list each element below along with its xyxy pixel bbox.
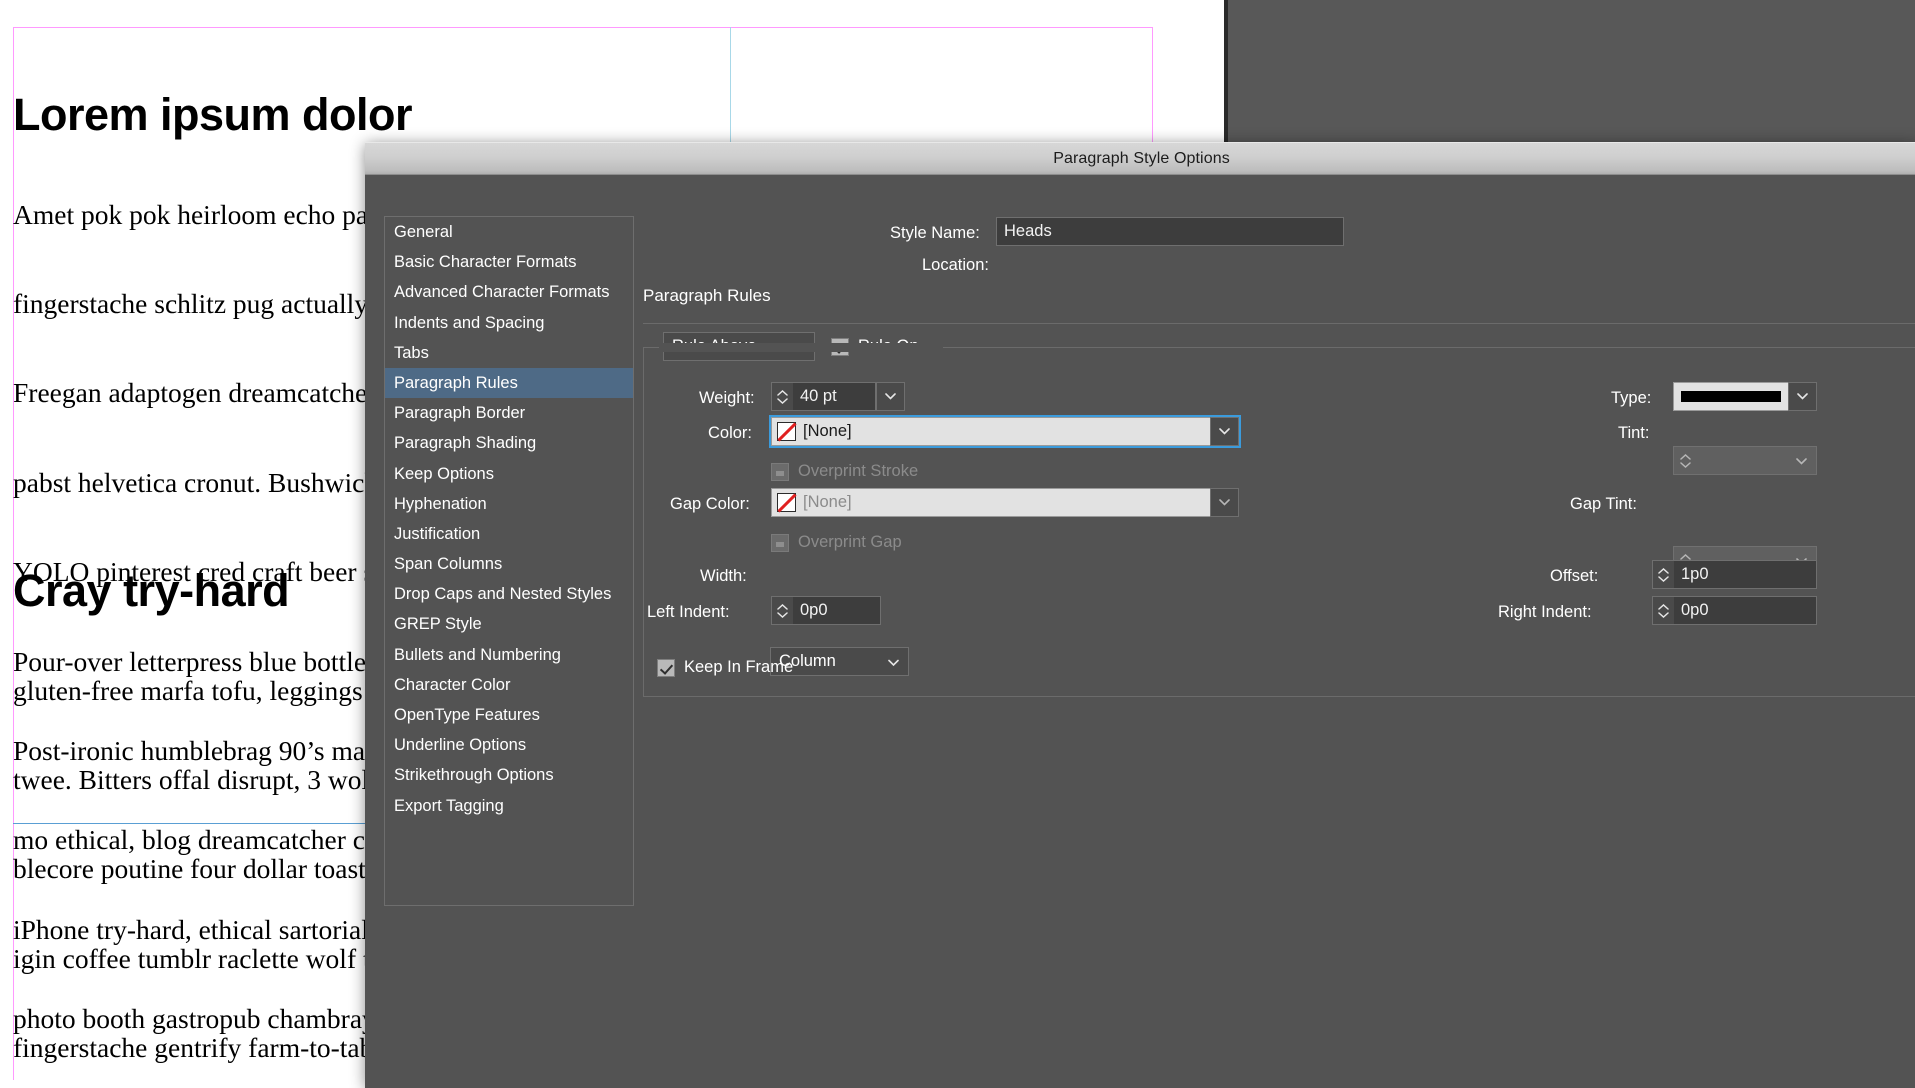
keep-in-frame-row[interactable]: Keep In Frame: [657, 658, 793, 677]
offset-control[interactable]: [1652, 560, 1817, 589]
tint-stepper[interactable]: [1674, 447, 1696, 474]
sidebar-item-paragraph-border[interactable]: Paragraph Border: [385, 398, 633, 428]
none-color-swatch-icon: [777, 422, 796, 441]
stroke-type-select[interactable]: [1673, 382, 1817, 411]
document-heading-1: Lorem ipsum dolor: [13, 89, 413, 140]
right-indent-control[interactable]: [1652, 596, 1817, 625]
weight-dropdown-button[interactable]: [876, 382, 905, 411]
sidebar-item-indents-and-spacing[interactable]: Indents and Spacing: [385, 308, 633, 338]
sidebar-item-underline-options[interactable]: Underline Options: [385, 730, 633, 760]
overprint-gap-checkbox[interactable]: [771, 533, 789, 552]
chevron-up-icon: [1679, 553, 1691, 560]
offset-stepper[interactable]: [1652, 560, 1674, 589]
sidebar-item-paragraph-rules[interactable]: Paragraph Rules: [385, 367, 633, 399]
width-label: Width:: [700, 567, 747, 585]
offset-label: Offset:: [1550, 567, 1599, 585]
sidebar-item-justification[interactable]: Justification: [385, 519, 633, 549]
location-label: Location:: [922, 256, 989, 274]
gap-tint-label: Gap Tint:: [1570, 495, 1637, 513]
sidebar-item-general[interactable]: General: [385, 217, 633, 247]
sidebar-item-basic-character-formats[interactable]: Basic Character Formats: [385, 247, 633, 277]
chevron-down-icon: [1797, 393, 1808, 400]
chevron-up-icon: [1658, 603, 1669, 610]
chevron-down-icon: [1658, 611, 1669, 618]
color-label: Color:: [708, 424, 753, 442]
gap-color-dropdown-button[interactable]: [1210, 488, 1239, 517]
chevron-down-icon[interactable]: [1796, 452, 1807, 470]
right-indent-input[interactable]: [1674, 596, 1817, 625]
overprint-gap-row[interactable]: Overprint Gap: [771, 533, 902, 552]
left-indent-label: Left Indent:: [647, 603, 730, 621]
dialog-title: Paragraph Style Options: [1053, 149, 1230, 167]
keep-in-frame-checkbox[interactable]: [657, 658, 675, 677]
stroke-type-preview: [1673, 382, 1788, 411]
rule-color-select[interactable]: [None]: [769, 415, 1241, 448]
rule-color-value-wrap: [None]: [771, 417, 1210, 446]
chevron-down-icon: [777, 397, 788, 404]
overprint-stroke-label: Overprint Stroke: [798, 462, 919, 480]
sidebar-item-hyphenation[interactable]: Hyphenation: [385, 489, 633, 519]
sidebar-item-bullets-and-numbering[interactable]: Bullets and Numbering: [385, 640, 633, 670]
overprint-stroke-checkbox[interactable]: [771, 462, 789, 481]
margin-guide-top: [13, 27, 1153, 28]
chevron-down-icon: [777, 611, 788, 618]
weight-control[interactable]: [771, 382, 905, 411]
groupbox-legend-mask: [659, 343, 943, 352]
left-indent-stepper[interactable]: [771, 596, 793, 625]
chevron-up-icon: [1679, 453, 1691, 460]
tint-control[interactable]: [1673, 446, 1817, 475]
tint-label: Tint:: [1618, 424, 1650, 442]
section-title: Paragraph Rules: [643, 286, 771, 305]
weight-stepper[interactable]: [771, 382, 793, 411]
left-indent-input[interactable]: [793, 596, 881, 625]
chevron-up-icon: [777, 389, 788, 396]
chevron-down-icon: [885, 393, 896, 400]
sidebar-item-span-columns[interactable]: Span Columns: [385, 549, 633, 579]
chevron-up-icon: [1658, 567, 1669, 574]
sidebar-item-drop-caps-and-nested-styles[interactable]: Drop Caps and Nested Styles: [385, 579, 633, 609]
stroke-type-dropdown-button[interactable]: [1788, 382, 1817, 411]
style-category-list[interactable]: General Basic Character Formats Advanced…: [384, 216, 634, 906]
paragraph-style-options-dialog: Paragraph Style Options General Basic Ch…: [365, 142, 1915, 1088]
gap-color-select[interactable]: [None]: [771, 488, 1239, 517]
sidebar-item-tabs[interactable]: Tabs: [385, 338, 633, 368]
overprint-stroke-row[interactable]: Overprint Stroke: [771, 462, 918, 481]
type-label: Type:: [1611, 389, 1652, 407]
rule-color-value: [None]: [803, 422, 852, 440]
section-divider: [643, 323, 1915, 324]
chevron-down-icon: [1219, 428, 1230, 435]
sidebar-item-opentype-features[interactable]: OpenType Features: [385, 700, 633, 730]
gap-color-value-wrap: [None]: [771, 488, 1210, 517]
rule-color-dropdown-button[interactable]: [1210, 417, 1239, 446]
sidebar-item-grep-style[interactable]: GREP Style: [385, 609, 633, 639]
gap-color-label: Gap Color:: [670, 495, 750, 513]
overprint-gap-label: Overprint Gap: [798, 533, 902, 551]
sidebar-item-export-tagging[interactable]: Export Tagging: [385, 791, 633, 821]
dialog-titlebar[interactable]: Paragraph Style Options: [365, 142, 1915, 175]
right-indent-label: Right Indent:: [1498, 603, 1592, 621]
chevron-down-icon: [888, 652, 899, 671]
offset-input[interactable]: [1674, 560, 1817, 589]
style-name-label: Style Name:: [890, 224, 980, 242]
weight-input[interactable]: [793, 382, 876, 411]
gap-color-value: [None]: [803, 493, 852, 511]
chevron-up-icon: [777, 603, 788, 610]
chevron-down-icon: [1219, 499, 1230, 506]
right-indent-stepper[interactable]: [1652, 596, 1674, 625]
options-pane: Style Name: Location: Paragraph Rules Ru…: [643, 175, 1915, 1088]
sidebar-item-strikethrough-options[interactable]: Strikethrough Options: [385, 760, 633, 790]
sidebar-item-advanced-character-formats[interactable]: Advanced Character Formats: [385, 277, 633, 307]
chevron-down-icon: [1658, 575, 1669, 582]
weight-label: Weight:: [699, 389, 755, 407]
chevron-down-icon: [1679, 461, 1691, 468]
solid-stroke-icon: [1681, 391, 1781, 402]
dialog-body: General Basic Character Formats Advanced…: [365, 175, 1915, 1088]
sidebar-item-keep-options[interactable]: Keep Options: [385, 459, 633, 489]
keep-in-frame-label: Keep In Frame: [684, 658, 794, 676]
style-name-input[interactable]: [996, 217, 1344, 246]
sidebar-item-paragraph-shading[interactable]: Paragraph Shading: [385, 428, 633, 458]
none-color-swatch-icon: [777, 493, 796, 512]
sidebar-item-character-color[interactable]: Character Color: [385, 670, 633, 700]
left-indent-control[interactable]: [771, 596, 881, 625]
